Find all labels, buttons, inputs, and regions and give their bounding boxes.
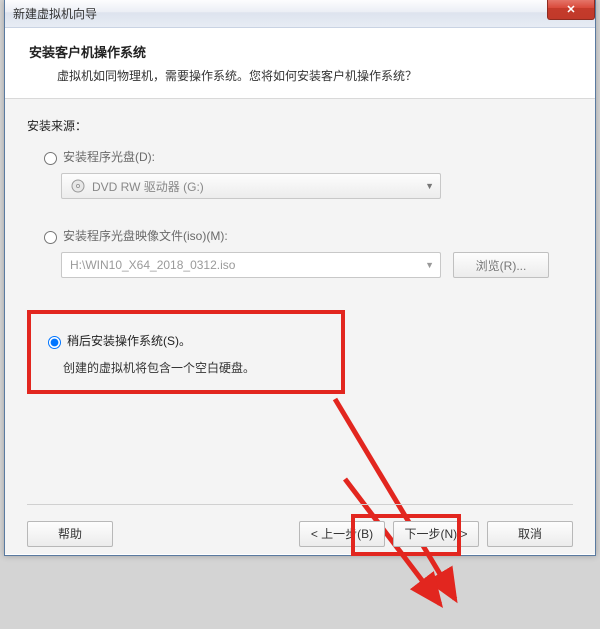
radio-installer-disc-input[interactable] <box>44 152 57 165</box>
back-button-label: < 上一步(B) <box>311 525 373 542</box>
titlebar: 新建虚拟机向导 ✕ <box>5 0 595 28</box>
browse-button-label: 浏览(R)... <box>476 257 527 274</box>
radio-iso-file[interactable]: 安装程序光盘映像文件(iso)(M): <box>39 227 573 244</box>
next-button[interactable]: 下一步(N) > <box>393 521 479 547</box>
cancel-button[interactable]: 取消 <box>487 521 573 547</box>
annotation-highlight-later: 稍后安装操作系统(S)。 创建的虚拟机将包含一个空白硬盘。 <box>27 310 345 394</box>
chevron-down-icon: ▼ <box>425 181 434 191</box>
radio-iso-file-label: 安装程序光盘映像文件(iso)(M): <box>63 227 228 244</box>
page-subtitle: 虚拟机如同物理机，需要操作系统。您将如何安装客户机操作系统？ <box>57 67 571 84</box>
window-title: 新建虚拟机向导 <box>13 5 97 22</box>
back-button[interactable]: < 上一步(B) <box>299 521 385 547</box>
help-button[interactable]: 帮助 <box>27 521 113 547</box>
install-later-hint: 创建的虚拟机将包含一个空白硬盘。 <box>63 359 323 376</box>
radio-installer-disc-label: 安装程序光盘(D): <box>63 148 155 165</box>
chevron-down-icon: ▼ <box>425 260 434 270</box>
cancel-button-label: 取消 <box>518 525 542 542</box>
help-button-label: 帮助 <box>58 525 82 542</box>
close-icon: ✕ <box>566 3 575 16</box>
disc-drive-dropdown[interactable]: DVD RW 驱动器 (G:) ▼ <box>61 173 441 199</box>
radio-install-later[interactable]: 稍后安装操作系统(S)。 <box>43 332 323 349</box>
page-title: 安装客户机操作系统 <box>29 42 571 61</box>
iso-row: H:\WIN10_X64_2018_0312.iso ▼ 浏览(R)... <box>61 252 573 278</box>
close-button[interactable]: ✕ <box>547 0 595 20</box>
radio-iso-file-input[interactable] <box>44 231 57 244</box>
iso-path-value: H:\WIN10_X64_2018_0312.iso <box>70 258 235 272</box>
next-button-label: 下一步(N) > <box>404 525 467 542</box>
disc-icon <box>70 178 86 194</box>
iso-path-input[interactable]: H:\WIN10_X64_2018_0312.iso ▼ <box>61 252 441 278</box>
radio-installer-disc[interactable]: 安装程序光盘(D): <box>39 148 573 165</box>
install-source-label: 安装来源： <box>27 117 573 134</box>
disc-drive-value: DVD RW 驱动器 (G:) <box>92 178 204 195</box>
footer: 帮助 < 上一步(B) 下一步(N) > 取消 <box>27 504 573 554</box>
radio-install-later-input[interactable] <box>48 336 61 349</box>
body-panel: 安装来源： 安装程序光盘(D): DVD RW 驱动器 (G:) ▼ 安装程序光… <box>5 99 595 554</box>
radio-install-later-label: 稍后安装操作系统(S)。 <box>67 332 191 349</box>
header-panel: 安装客户机操作系统 虚拟机如同物理机，需要操作系统。您将如何安装客户机操作系统？ <box>5 28 595 99</box>
wizard-window: 新建虚拟机向导 ✕ 安装客户机操作系统 虚拟机如同物理机，需要操作系统。您将如何… <box>4 0 596 556</box>
browse-button[interactable]: 浏览(R)... <box>453 252 549 278</box>
